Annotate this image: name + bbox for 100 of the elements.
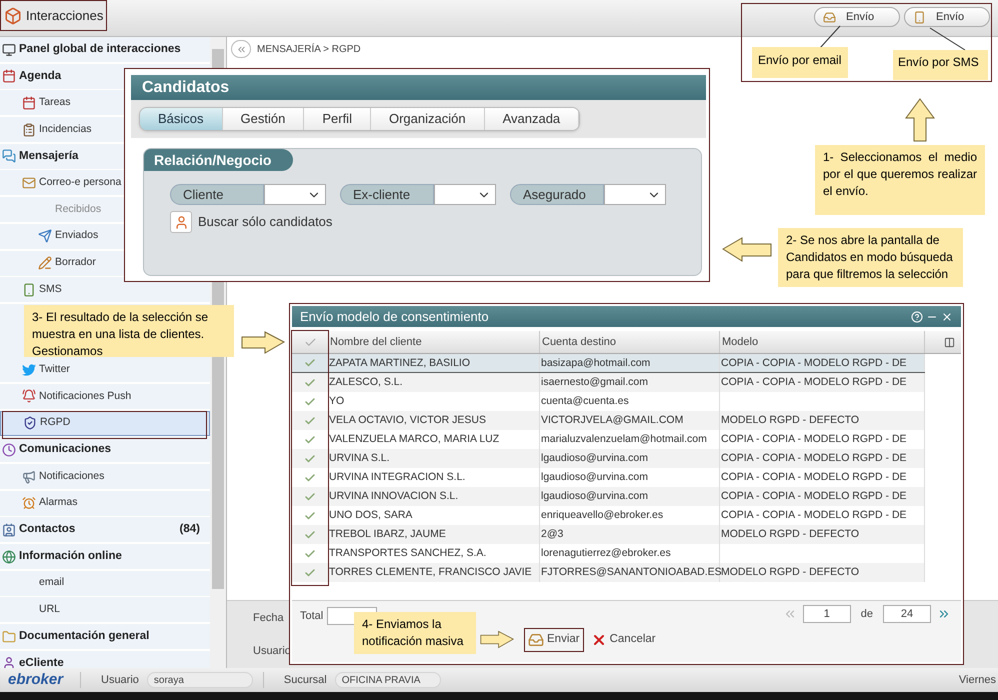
annotation-note: 1- Seleccionamos el medio por el que queremos realizar el envío. xyxy=(815,145,985,215)
check-icon[interactable] xyxy=(304,434,316,446)
columns-icon[interactable] xyxy=(944,336,955,348)
sidebar-item[interactable]: email xyxy=(0,570,210,596)
logo: ebroker xyxy=(7,670,65,690)
dropdown-field[interactable] xyxy=(434,184,496,205)
page-field[interactable]: 1 xyxy=(802,605,851,623)
check-icon[interactable] xyxy=(304,566,316,578)
filter-label: Asegurado xyxy=(510,184,604,205)
phone-icon xyxy=(913,10,926,24)
check-icon[interactable] xyxy=(304,414,316,426)
check-icon[interactable] xyxy=(304,396,316,408)
callout-arrow xyxy=(905,98,935,142)
sidebar-item[interactable]: SMS xyxy=(0,277,210,302)
close-icon[interactable] xyxy=(941,310,953,322)
double-chevron-icon xyxy=(236,44,246,54)
bell-icon xyxy=(22,389,36,404)
alarm-clock-icon xyxy=(22,496,36,510)
folder-icon xyxy=(2,630,16,644)
annotation-note: 3- El resultado de la selección se muestra en una lista de clientes. Gestionamos xyxy=(24,305,234,357)
cancel-button[interactable]: Cancelar xyxy=(588,628,659,652)
sidebar-item[interactable]: RGPD xyxy=(0,410,210,436)
callout-arrow xyxy=(241,331,285,354)
leader-line xyxy=(930,28,966,50)
status-field: OFICINA PRAVIA xyxy=(334,672,441,688)
chat-icon xyxy=(2,149,16,164)
check-icon[interactable] xyxy=(304,528,316,540)
check-icon[interactable] xyxy=(304,510,316,522)
column-header[interactable]: Cuenta destino xyxy=(540,331,720,353)
phone-icon xyxy=(22,282,36,297)
sidebar-item[interactable]: Notificaciones xyxy=(0,464,210,490)
table-row[interactable]: URVINA S.L. lgaudioso@urvina.com COPIA - COPIA - MODELO RGPD - DE xyxy=(292,449,925,468)
send-button[interactable]: Envío xyxy=(814,7,900,27)
contact-card-icon xyxy=(2,522,16,537)
check-icon[interactable] xyxy=(304,548,316,560)
sidebar-item[interactable]: eCliente xyxy=(0,650,210,668)
check-icon[interactable] xyxy=(304,357,316,369)
inbox-tray-icon xyxy=(823,10,836,24)
dialog-title: Envío modelo de consentimiento xyxy=(300,308,489,326)
candidate-toggle-button[interactable] xyxy=(170,211,192,233)
group-title: Relación/Negocio xyxy=(144,149,294,171)
sidebar-item[interactable]: Contactos (84) xyxy=(0,517,210,542)
sidebar-item[interactable]: Comunicaciones xyxy=(0,437,210,462)
app-title-button[interactable]: Interacciones xyxy=(0,0,108,31)
callout-arrow xyxy=(480,628,514,651)
table-row[interactable]: TORRES CLEMENTE, FRANCISCO JAVIE FJTORRES@SANANTONIOABAD.ESMODELO RGPD - DEFECTO xyxy=(292,563,925,582)
monitor-icon xyxy=(2,42,16,56)
sidebar-item[interactable]: Documentación general xyxy=(0,624,210,650)
table-cell: FJTORRES@SANANTONIOABAD.ES xyxy=(540,563,720,582)
tab[interactable]: Gestión xyxy=(222,108,304,130)
pencil-icon xyxy=(38,256,52,270)
sidebar-item[interactable]: URL xyxy=(0,597,210,622)
sidebar-item[interactable]: Información online xyxy=(0,544,210,570)
tab[interactable]: Avanzada xyxy=(484,108,580,130)
clock-icon xyxy=(2,442,16,457)
sidebar-item[interactable]: Twitter xyxy=(0,357,210,382)
dropdown-field[interactable] xyxy=(264,184,326,205)
tab[interactable]: Perfil xyxy=(304,108,371,130)
calendar-icon xyxy=(22,96,36,110)
callout-arrow xyxy=(722,237,772,262)
check-icon[interactable] xyxy=(304,472,316,484)
sidebar-item[interactable]: Panel global de interacciones xyxy=(0,37,210,62)
table-cell: TORRES CLEMENTE, FRANCISCO JAVIE xyxy=(328,563,540,582)
send-button[interactable]: Envío xyxy=(904,7,990,27)
status-label: Usuario xyxy=(101,672,139,688)
table-row[interactable]: ZAPATA MARTINEZ, BASILIO basizapa@hotmail.com COPIA - COPIA - MODELO RGPD - DE xyxy=(292,354,925,373)
check-icon[interactable] xyxy=(304,452,316,464)
dropdown-field[interactable] xyxy=(604,184,666,205)
table-cell: basizapa@hotmail.com xyxy=(540,354,720,372)
cube-icon xyxy=(4,6,22,24)
inbox-tray-icon xyxy=(528,632,544,648)
column-header[interactable]: Nombre del cliente xyxy=(328,331,540,353)
annotation-note: 4- Enviamos la notificación masiva xyxy=(354,612,476,654)
column-header[interactable]: Modelo xyxy=(720,331,925,353)
check-icon[interactable] xyxy=(304,376,316,388)
sidebar-item[interactable]: Alarmas xyxy=(0,490,210,516)
table-row[interactable]: URVINA INNOVACION S.L. lgaudioso@urvina.com COPIA - COPIA - MODELO RGPD - DE xyxy=(292,487,925,506)
send-icon xyxy=(38,229,52,244)
tab[interactable]: Básicos xyxy=(140,108,223,130)
table-cell: MODELO RGPD - DEFECTO xyxy=(720,563,925,582)
person-icon xyxy=(174,214,188,230)
table-row[interactable]: ZALESCO, S.L. isaernesto@gmail.com COPIA - COPIA - MODELO RGPD - DE xyxy=(292,373,925,392)
check-icon[interactable] xyxy=(304,490,316,502)
status-field: soraya xyxy=(146,672,253,688)
bird-icon xyxy=(22,362,36,377)
item-count: (84) xyxy=(180,522,200,538)
page-count-field: 24 xyxy=(883,605,931,623)
table-row[interactable]: VELA OCTAVIO, VICTOR JESUS VICTORJVELA@GMAIL.COM MODELO RGPD - DEFECTO xyxy=(292,411,925,430)
send-button[interactable]: Enviar xyxy=(524,628,584,652)
help-icon[interactable] xyxy=(911,310,923,322)
globe-icon xyxy=(2,550,16,564)
breadcrumb: MENSAJERÍA > RGPD xyxy=(257,42,361,56)
check-all-icon[interactable] xyxy=(304,336,316,348)
tooltip: Envío por SMS xyxy=(893,50,988,80)
table-row[interactable]: TREBOL IBARZ, JAUME 2@3 MODELO RGPD - DEFECTO xyxy=(292,525,925,544)
person-icon xyxy=(2,656,16,668)
sidebar-item[interactable]: Notificaciones Push xyxy=(0,384,210,409)
collapse-button[interactable] xyxy=(231,40,251,58)
tab[interactable]: Organización xyxy=(370,108,485,130)
filter-label: Cliente xyxy=(170,184,264,205)
